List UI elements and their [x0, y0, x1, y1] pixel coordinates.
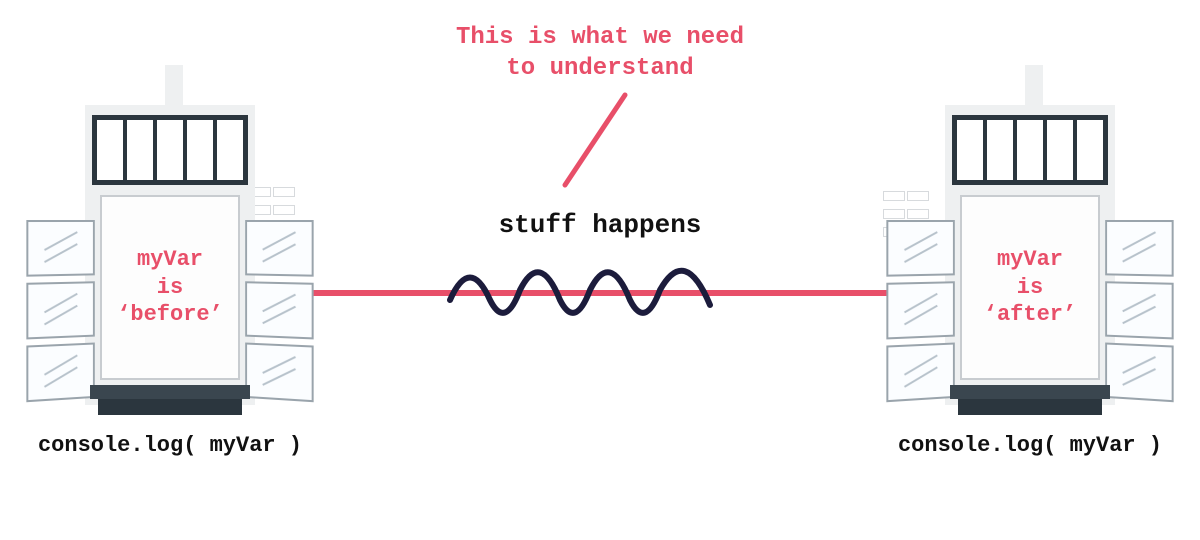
glass-pane [245, 343, 313, 403]
before-window: myVar is ‘before’ console.log( myVar ) [20, 85, 320, 425]
glass-pane [886, 343, 954, 403]
state-line-1: myVar [997, 246, 1063, 274]
window-grill [952, 115, 1108, 185]
left-shutter [26, 220, 94, 402]
right-shutter [1105, 220, 1173, 402]
glass-pane [26, 343, 94, 403]
chimney-icon [1025, 65, 1043, 105]
annotation-line-1: This is what we need [456, 24, 744, 51]
annotation-line-2: to understand [506, 55, 693, 82]
bricks-icon [882, 189, 952, 213]
window-base [98, 399, 242, 415]
window-sill [950, 385, 1110, 399]
door-panel: myVar is ‘before’ [100, 195, 240, 380]
state-line-3: ‘after’ [984, 301, 1076, 329]
glass-pane [1105, 343, 1173, 403]
glass-pane [1105, 220, 1173, 277]
diagram-stage: This is what we need to understand stuff… [0, 0, 1200, 540]
window-grill [92, 115, 248, 185]
window-base [958, 399, 1102, 415]
glass-pane [886, 220, 954, 277]
window-illustration: myVar is ‘after’ [880, 85, 1180, 425]
state-line-2: is [1017, 274, 1043, 302]
glass-pane [26, 220, 94, 277]
state-line-1: myVar [137, 246, 203, 274]
window-sill [90, 385, 250, 399]
after-window: myVar is ‘after’ console.log( myVar ) [880, 85, 1180, 425]
right-shutter [245, 220, 313, 402]
door-panel: myVar is ‘after’ [960, 195, 1100, 380]
glass-pane [886, 281, 954, 339]
state-line-2: is [157, 274, 183, 302]
glass-pane [245, 220, 313, 277]
squiggle-icon [440, 250, 740, 330]
annotation-arrow-icon [555, 90, 645, 190]
left-shutter [886, 220, 954, 402]
bricks-icon [248, 185, 318, 209]
glass-pane [1105, 281, 1173, 339]
before-caption: console.log( myVar ) [10, 433, 330, 458]
after-caption: console.log( myVar ) [870, 433, 1190, 458]
chimney-icon [165, 65, 183, 105]
glass-pane [245, 281, 313, 339]
glass-pane [26, 281, 94, 339]
state-line-3: ‘before’ [117, 301, 223, 329]
window-illustration: myVar is ‘before’ [20, 85, 320, 425]
